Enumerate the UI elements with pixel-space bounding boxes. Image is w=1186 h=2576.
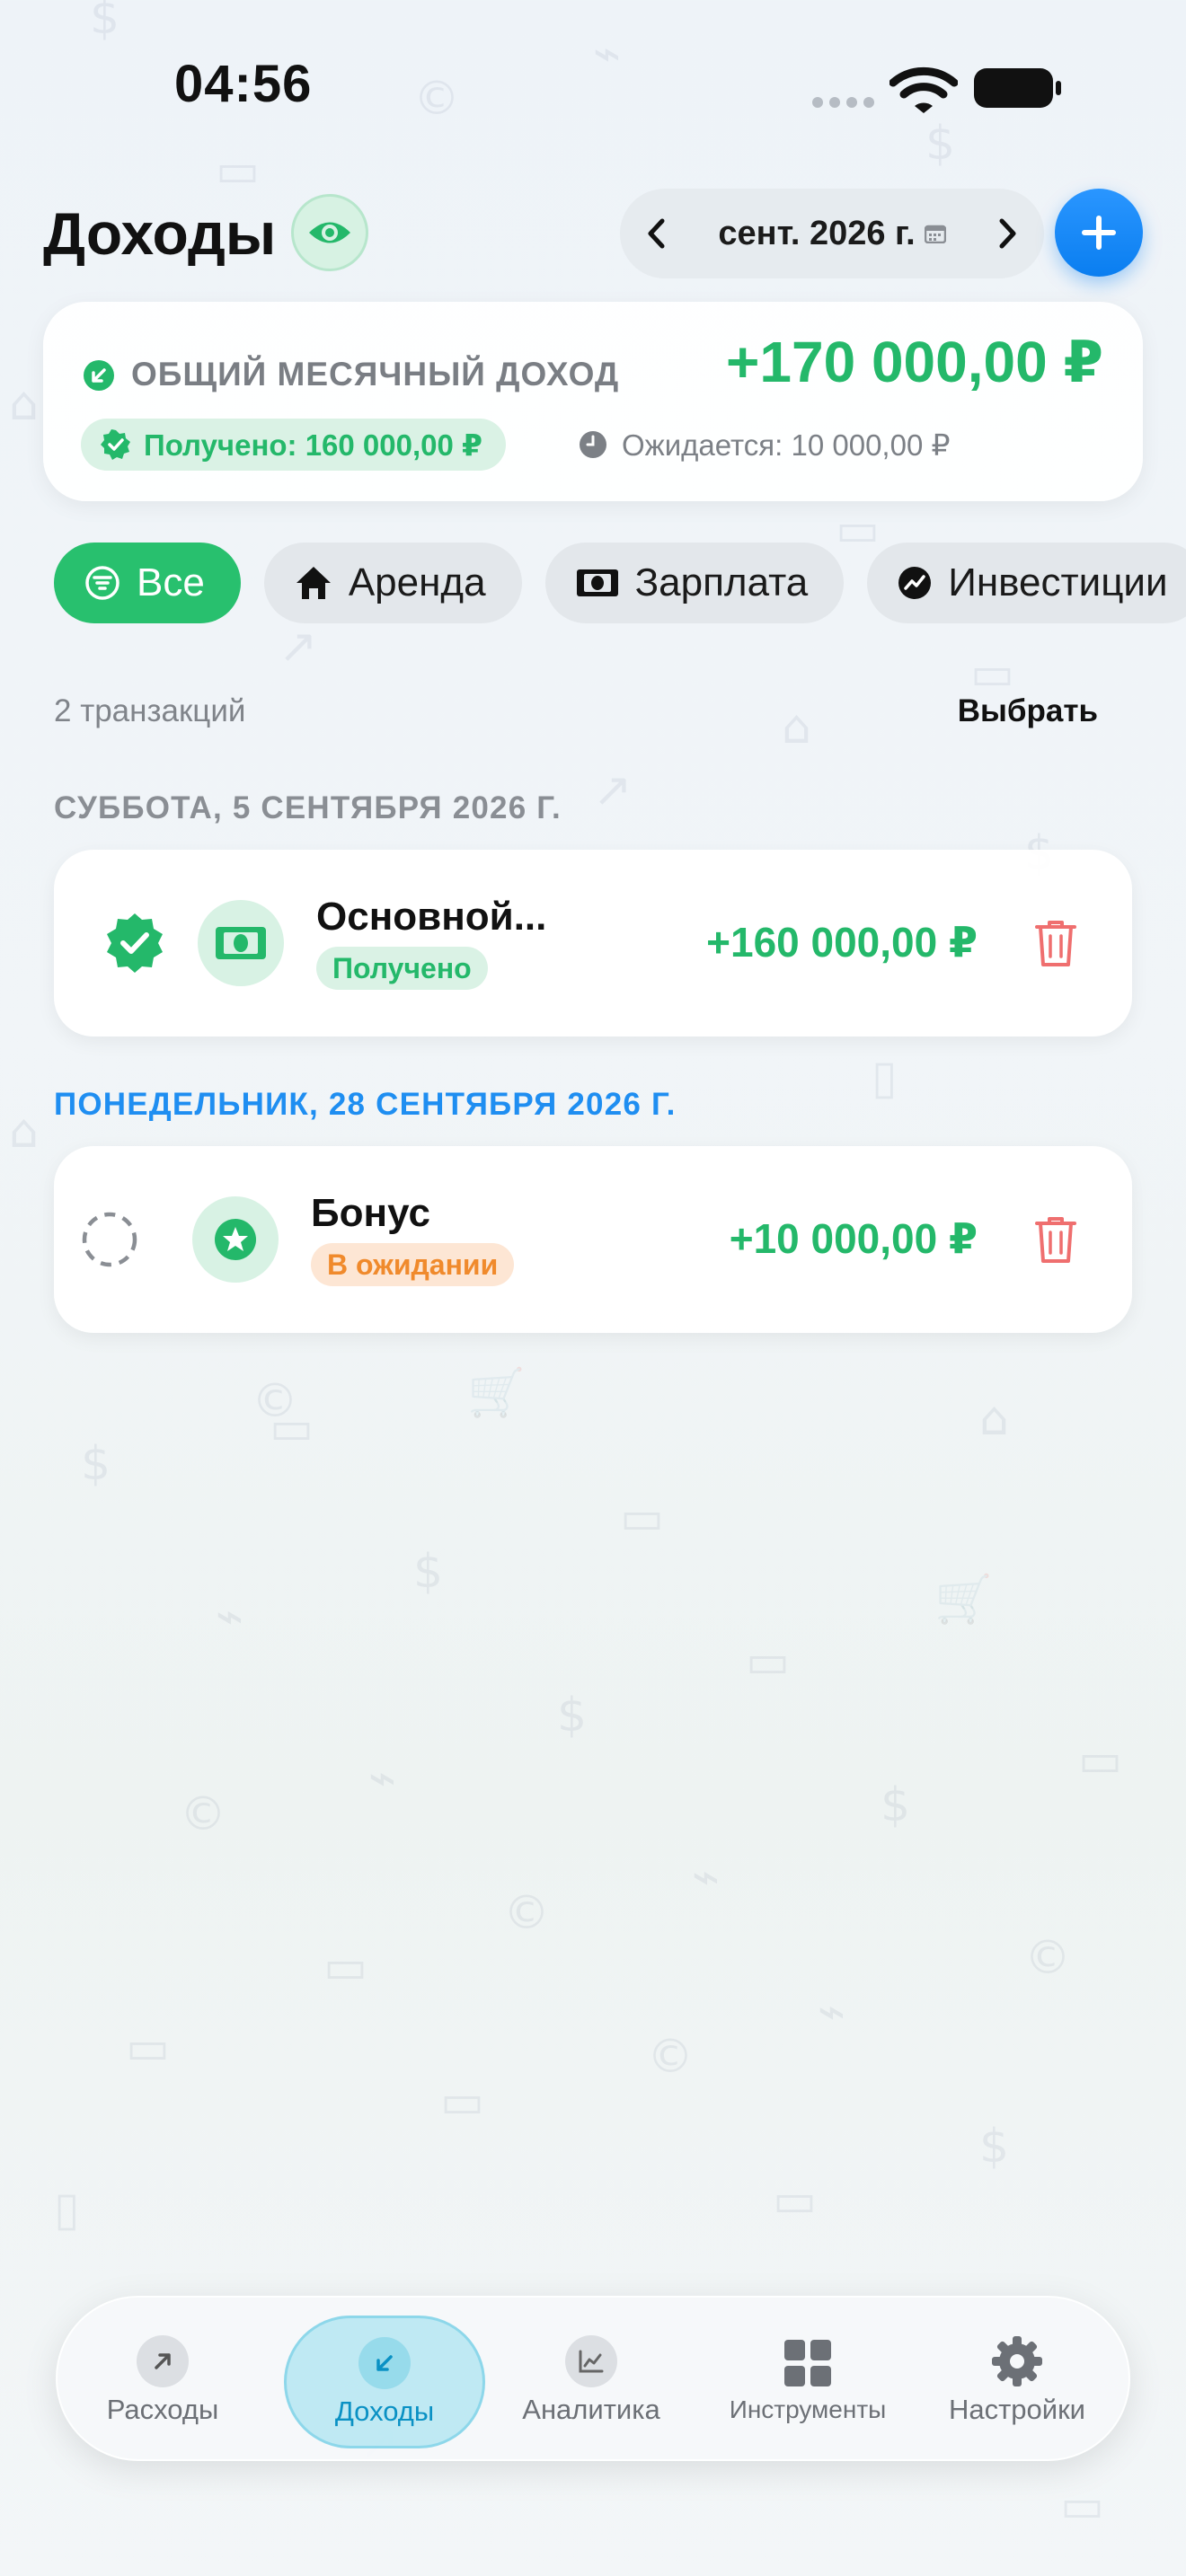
page-title: Доходы <box>43 200 277 267</box>
transaction-row[interactable]: Бонус В ожидании +10 000,00 ₽ <box>54 1146 1132 1333</box>
add-income-button[interactable] <box>1055 189 1143 277</box>
star-icon <box>215 1219 256 1260</box>
banknote-icon <box>216 927 266 959</box>
tab-expenses[interactable]: Расходы <box>75 2298 250 2463</box>
filter-chip-investments[interactable]: Инвестиции <box>867 543 1186 623</box>
trash-icon[interactable] <box>1033 918 1078 968</box>
arrow-down-left-icon <box>358 2337 411 2389</box>
expected-amount: Ожидается: 10 000,00 ₽ <box>622 428 951 462</box>
eye-icon <box>309 222 350 243</box>
dashed-circle-icon <box>82 1212 137 1267</box>
trash-icon[interactable] <box>1033 1214 1078 1265</box>
month-selector: сент. 2026 г. <box>620 189 1044 278</box>
banknote-icon <box>576 569 618 596</box>
transaction-title: Основной... <box>316 895 547 939</box>
arrow-up-right-icon <box>137 2335 189 2387</box>
tab-label: Расходы <box>106 2394 219 2425</box>
tab-income[interactable]: Доходы <box>284 2316 485 2448</box>
next-month-button[interactable] <box>972 189 1044 278</box>
received-amount: Получено: 160 000,00 ₽ <box>144 428 482 462</box>
filter-chip-salary[interactable]: Зарплата <box>544 543 845 623</box>
select-button[interactable]: Выбрать <box>958 693 1098 729</box>
transaction-title: Бонус <box>311 1191 430 1235</box>
filter-icon <box>85 566 119 600</box>
cellular-signal-icon <box>812 97 875 110</box>
status-bar: 04:56 <box>0 0 1186 171</box>
filter-chip-rent[interactable]: Аренда <box>263 543 522 623</box>
checkmark-seal-icon <box>107 913 163 973</box>
category-filters: Все Аренда Зарплата Инвестиции <box>54 543 1186 623</box>
chart-icon <box>898 567 932 599</box>
transaction-amount: +10 000,00 ₽ <box>729 1215 978 1262</box>
plus-icon <box>1082 216 1116 250</box>
status-checkbox[interactable] <box>99 907 171 979</box>
clock-icon <box>580 431 606 458</box>
tab-label: Аналитика <box>522 2394 660 2425</box>
house-icon <box>296 567 331 599</box>
month-label: сент. 2026 г. <box>718 214 916 252</box>
filter-chip-label: Все <box>137 560 205 604</box>
chevron-right-icon <box>999 218 1016 249</box>
checkmark-seal-icon <box>101 429 130 460</box>
category-icon-circle <box>192 1196 279 1283</box>
calendar-icon <box>924 225 946 243</box>
status-badge: Получено <box>316 947 488 990</box>
chart-icon <box>565 2335 617 2387</box>
visibility-toggle-button[interactable] <box>291 194 368 271</box>
chevron-left-icon <box>648 218 665 249</box>
expected-badge: Ожидается: 10 000,00 ₽ <box>579 419 950 471</box>
status-time: 04:56 <box>174 55 313 113</box>
wifi-icon <box>890 66 958 113</box>
filter-chip-label: Зарплата <box>634 560 809 604</box>
summary-label: ОБЩИЙ МЕСЯЧНЫЙ ДОХОД <box>131 356 620 393</box>
status-badge: В ожидании <box>311 1243 515 1286</box>
category-icon-circle <box>198 900 284 986</box>
tab-tools[interactable]: Инструменты <box>704 2298 911 2463</box>
transaction-amount: +160 000,00 ₽ <box>706 919 978 966</box>
filter-chip-all[interactable]: Все <box>54 543 241 623</box>
tab-analytics[interactable]: Аналитика <box>501 2298 681 2463</box>
summary-amount: +170 000,00 ₽ <box>726 330 1103 394</box>
section-header: ПОНЕДЕЛЬНИК, 28 СЕНТЯБРЯ 2026 Г. <box>54 1087 677 1122</box>
received-badge: Получено: 160 000,00 ₽ <box>81 419 506 471</box>
transaction-count: 2 транзакций <box>54 693 246 728</box>
gear-icon <box>992 2336 1042 2386</box>
transaction-row[interactable]: Основной... Получено +160 000,00 ₽ <box>54 850 1132 1037</box>
month-label-button[interactable]: сент. 2026 г. <box>692 215 972 253</box>
tab-bar: Расходы Доходы Аналитика Инструменты Нас… <box>56 2296 1130 2461</box>
tab-label: Настройки <box>948 2394 1085 2425</box>
grid-icon <box>784 2340 831 2386</box>
previous-month-button[interactable] <box>620 189 692 278</box>
monthly-income-summary: ОБЩИЙ МЕСЯЧНЫЙ ДОХОД +170 000,00 ₽ Получ… <box>43 302 1143 501</box>
status-checkbox[interactable] <box>74 1204 146 1275</box>
tab-settings[interactable]: Настройки <box>927 2298 1107 2463</box>
filter-chip-label: Инвестиции <box>948 560 1168 604</box>
arrow-down-left-circle-icon <box>84 360 114 391</box>
tab-label: Доходы <box>334 2395 435 2427</box>
tab-label: Инструменты <box>729 2395 887 2423</box>
filter-chip-label: Аренда <box>348 560 486 604</box>
battery-icon <box>974 68 1061 108</box>
section-header: СУББОТА, 5 СЕНТЯБРЯ 2026 Г. <box>54 790 562 825</box>
